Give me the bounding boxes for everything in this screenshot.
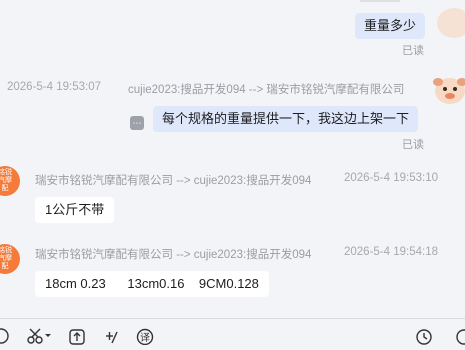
message-sender: 瑞安市铭锐汽摩配有限公司 --> cujie2023:搜品开发094 [35,175,312,187]
history-icon[interactable] [415,327,433,345]
message-translate-button[interactable]: ⋯ [130,116,144,130]
input-toolbar: 译 [0,318,465,346]
message-timestamp: 2026-5-4 19:53:07 [7,81,101,93]
svg-text:译: 译 [140,332,150,344]
upload-icon[interactable] [68,327,86,345]
emoji-icon[interactable] [0,327,10,345]
avatar-label: 铭锐汽摩配 [0,169,12,192]
cartoon-avatar-icon [433,78,465,104]
message-bubble-incoming: 1公斤不带 [35,197,115,223]
more-dots-icon: ⋯ [132,118,142,128]
avatar-shop[interactable]: 铭锐汽摩配 [0,166,20,196]
scissors-icon[interactable] [26,327,52,345]
quick-phrase-icon[interactable] [103,327,121,345]
avatar-self[interactable] [437,8,465,38]
message-bubble-incoming: 18cm 0.23 13cm0.16 9CM0.128 [35,271,269,297]
message-timestamp: 2026-5-4 19:54:18 [344,246,438,258]
read-status: 已读 [402,45,424,57]
avatar-self[interactable] [432,74,465,108]
message-bubble-outgoing: 每个规格的重量提供一下，我这边上架一下 [153,106,419,132]
message-sender: cujie2023:搜品开发094 --> 瑞安市铭锐汽摩配有限公司 [128,84,405,96]
message-sender: 瑞安市铭锐汽摩配有限公司 --> cujie2023:搜品开发094 [35,249,312,261]
message-timestamp: 2026-5-4 19:53:10 [344,172,438,184]
read-status: 已读 [402,139,424,151]
message-bubble-outgoing: 重量多少 [354,13,425,39]
avatar-label: 铭锐汽摩配 [0,247,12,270]
more-icon[interactable] [455,327,465,345]
avatar-shop[interactable]: 铭锐汽摩配 [0,244,20,274]
translate-icon[interactable]: 译 [136,327,154,346]
scrolled-top-edge [360,0,400,2]
